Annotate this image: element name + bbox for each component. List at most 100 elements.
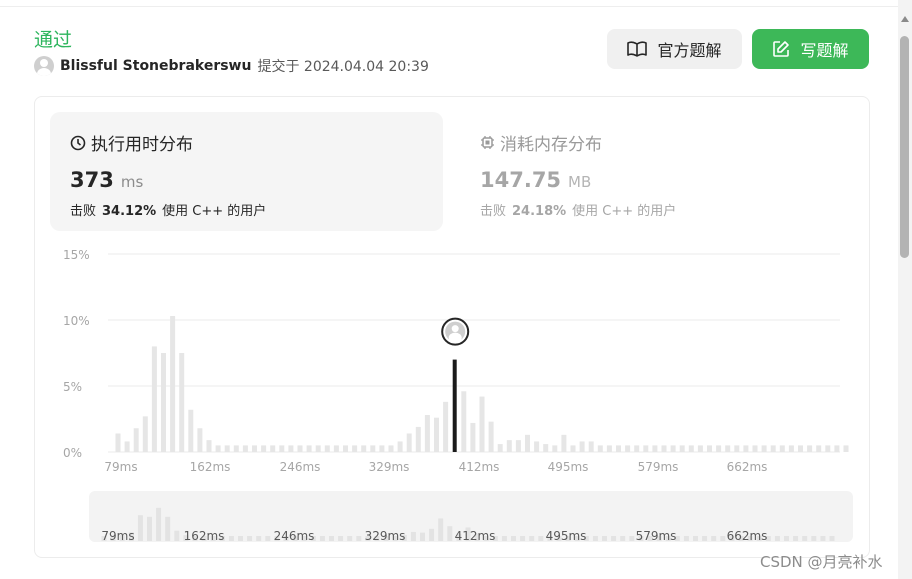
chart-bar	[579, 441, 585, 452]
mini-bar	[529, 536, 535, 541]
chart-bar	[379, 445, 385, 452]
chart-bar	[634, 445, 640, 452]
chart-bar	[242, 445, 248, 452]
mini-bar	[238, 536, 243, 541]
chart-bar	[315, 445, 321, 452]
mini-bar	[802, 536, 808, 541]
chart-bar	[124, 441, 130, 452]
chart-bar	[470, 422, 476, 452]
chart-bar	[179, 353, 185, 452]
mini-bar	[410, 531, 416, 541]
mini-bar	[774, 536, 780, 541]
chart-bar	[133, 428, 139, 452]
mini-bar	[420, 532, 425, 541]
chart-bar	[397, 441, 403, 452]
mini-bar	[793, 536, 799, 541]
chart-bar	[752, 445, 758, 452]
mini-bar	[784, 536, 789, 541]
mini-bar	[602, 536, 607, 541]
chart-bar	[343, 445, 348, 452]
mini-bar	[329, 536, 334, 541]
mini-bar	[265, 536, 271, 541]
mini-bar	[247, 536, 253, 541]
chart-bar	[688, 445, 694, 452]
x-tick-label: 246ms	[280, 460, 321, 474]
mini-bar	[147, 516, 152, 541]
mini-bar	[683, 536, 689, 541]
chart-bar	[161, 353, 166, 452]
mini-bar	[429, 528, 435, 541]
chart-bar	[479, 396, 485, 452]
chart-bar	[233, 445, 239, 452]
chart-bar	[188, 409, 194, 452]
mini-bar	[820, 536, 826, 541]
chart-bar	[779, 445, 785, 452]
avatar-head	[451, 325, 459, 333]
mini-bar	[720, 536, 726, 541]
mini-x-tick-label: 79ms	[101, 529, 134, 543]
mini-bar	[520, 536, 526, 541]
mini-bar	[347, 536, 353, 541]
chart-bar	[661, 445, 667, 452]
chart-bar	[743, 445, 749, 452]
x-tick-label: 329ms	[369, 460, 410, 474]
mini-bar	[438, 518, 444, 541]
chart-bar	[461, 391, 467, 452]
chart-bar	[825, 445, 831, 452]
chart-bar	[370, 445, 376, 452]
watermark: CSDN @月亮补水	[760, 553, 883, 571]
chart-bar	[679, 445, 685, 452]
chart-bar	[515, 440, 521, 452]
chart-bar	[115, 433, 121, 452]
mini-bar	[447, 526, 453, 541]
chart-bar	[788, 445, 794, 452]
y-tick-label: 0%	[63, 446, 82, 460]
x-tick-label: 79ms	[104, 460, 137, 474]
chart-bar	[561, 434, 567, 452]
mini-x-tick-label: 162ms	[184, 529, 225, 543]
mini-x-tick-label: 412ms	[455, 529, 496, 543]
chart-bar	[570, 445, 576, 452]
chart-bar	[588, 441, 594, 452]
y-tick-label: 10%	[63, 314, 90, 328]
chart-bar	[761, 445, 767, 452]
mini-bar	[356, 536, 362, 541]
mini-bar	[702, 536, 708, 541]
x-tick-label: 495ms	[548, 460, 589, 474]
mini-x-tick-label: 246ms	[274, 529, 315, 543]
chart-bar	[525, 434, 530, 452]
mini-bar	[592, 536, 598, 541]
chart-bar	[215, 445, 221, 452]
chart-bar	[816, 445, 822, 452]
runtime-distribution-chart: 15% 10% 5% 0% 79ms 162ms 246ms 329ms 412ms 495ms 5…	[63, 248, 849, 543]
chart-bar	[142, 416, 148, 452]
y-tick-label: 15%	[63, 248, 90, 262]
mini-bar	[711, 536, 717, 541]
chart-bar	[798, 445, 803, 452]
chart-bar	[725, 445, 731, 452]
mini-bar	[829, 536, 835, 541]
chart-bar	[534, 441, 540, 452]
mini-bar	[165, 516, 171, 541]
chart-bar	[443, 401, 449, 452]
x-tick-label: 579ms	[638, 460, 679, 474]
mini-bar	[511, 536, 516, 541]
chart-bar	[625, 445, 631, 452]
mini-bar	[629, 536, 635, 541]
chart-bar	[488, 421, 494, 452]
chart-bar	[352, 445, 358, 452]
chart-bar	[506, 440, 512, 452]
mini-x-tick-label: 662ms	[727, 529, 768, 543]
chart-bar	[597, 445, 603, 452]
mini-bar	[256, 536, 262, 541]
chart-bar	[543, 444, 549, 452]
mini-bar	[174, 530, 180, 541]
mini-bar	[611, 536, 617, 541]
chart-bar	[415, 426, 421, 452]
chart-bar	[616, 445, 621, 452]
x-tick-label: 162ms	[190, 460, 231, 474]
chart-bar	[361, 445, 367, 452]
chart-bar	[716, 445, 722, 452]
chart-bar	[552, 445, 558, 452]
chart-bar	[497, 444, 503, 452]
